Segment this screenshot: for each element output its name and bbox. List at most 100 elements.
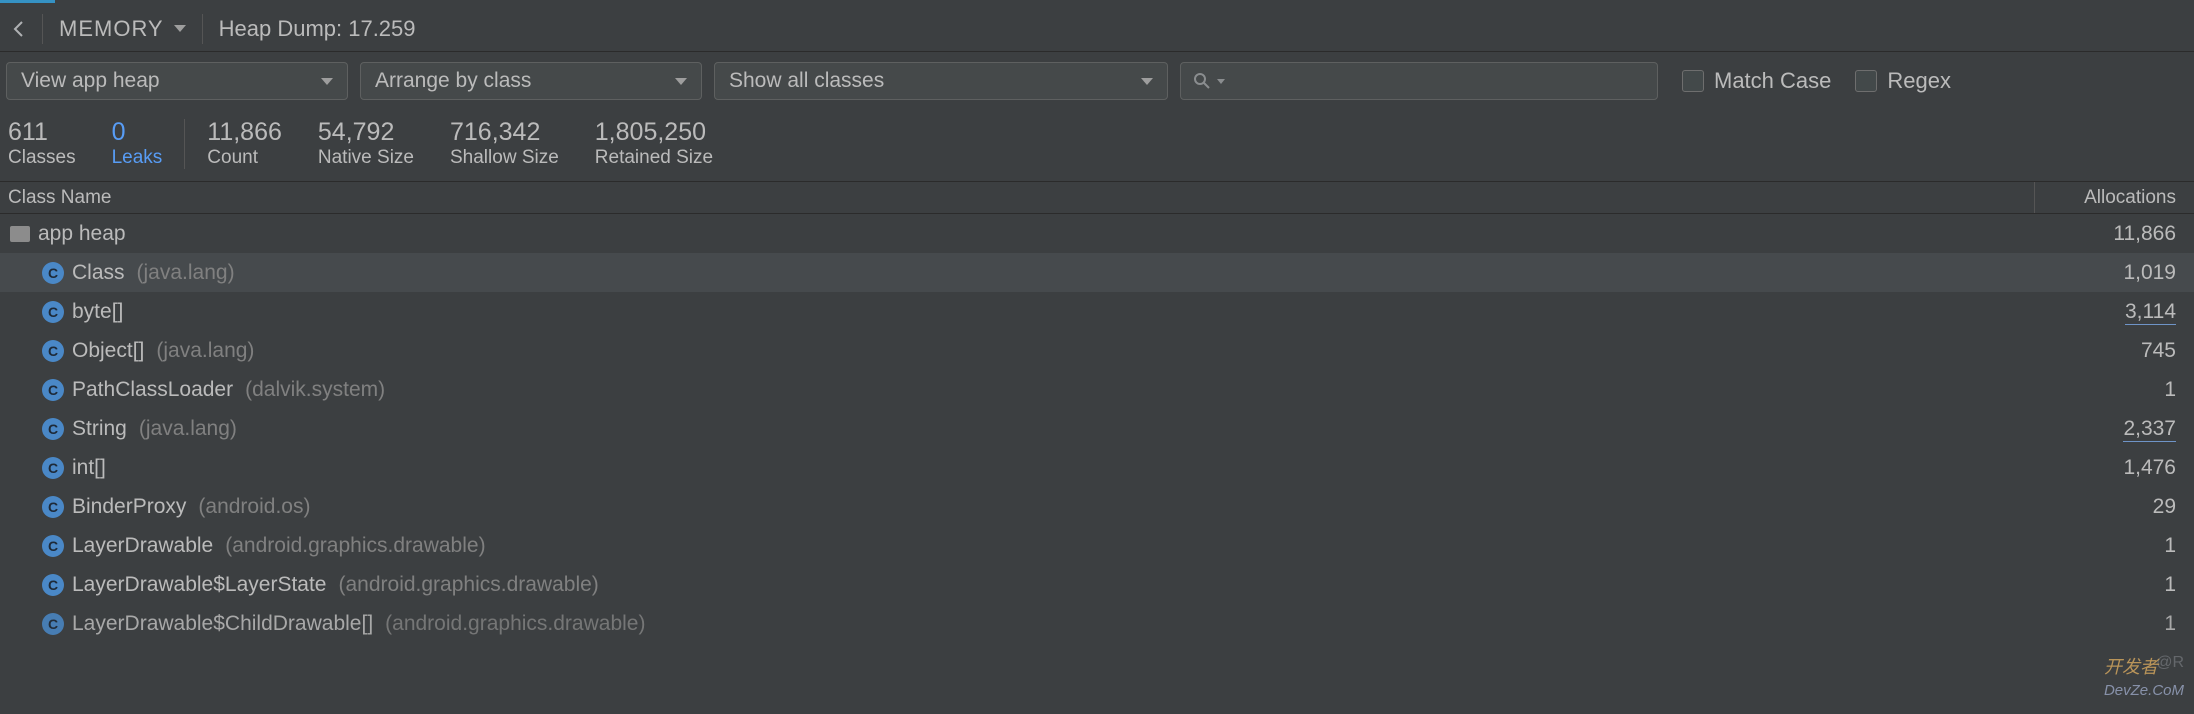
root-name: app heap (38, 222, 126, 246)
table-header: Class Name Allocations (0, 182, 2194, 214)
stat-classes: 611 Classes (8, 118, 94, 169)
stat-label: Native Size (318, 147, 414, 169)
stat-value: 11,866 (207, 118, 282, 147)
class-filter-dropdown[interactable]: Show all classes (714, 62, 1168, 100)
class-icon: C (42, 457, 64, 479)
class-icon: C (42, 379, 64, 401)
package-name: (java.lang) (139, 417, 237, 441)
class-name: LayerDrawable$ChildDrawable[] (72, 612, 373, 636)
class-name: LayerDrawable$LayerState (72, 573, 326, 597)
stats-bar: 611 Classes 0 Leaks 11,866 Count 54,792 … (0, 110, 2194, 182)
stat-native-size: 54,792 Native Size (300, 118, 432, 169)
stat-value: 611 (8, 118, 76, 147)
arrange-dropdown[interactable]: Arrange by class (360, 62, 702, 100)
table-body: app heap 11,866 C Class (java.lang) 1,01… (0, 214, 2194, 643)
package-name: (dalvik.system) (245, 378, 385, 402)
class-icon: C (42, 301, 64, 323)
dropdown-label: Show all classes (729, 69, 884, 93)
match-case-label[interactable]: Match Case (1714, 68, 1831, 94)
class-name: Object[] (72, 339, 144, 363)
package-name: (java.lang) (137, 261, 235, 285)
stat-value: 1,805,250 (595, 118, 713, 147)
stat-label: Shallow Size (450, 147, 559, 169)
regex-checkbox[interactable] (1855, 70, 1877, 92)
search-icon (1193, 72, 1211, 90)
divider (184, 119, 185, 169)
search-input[interactable] (1231, 70, 1645, 93)
table-row[interactable]: C String (java.lang) 2,337 (0, 409, 2194, 448)
alloc-value: 1 (2034, 534, 2194, 558)
filter-bar: View app heap Arrange by class Show all … (0, 52, 2194, 110)
alloc-value: 745 (2034, 339, 2194, 363)
alloc-value: 3,114 (2034, 300, 2194, 324)
table-row[interactable]: C int[] 1,476 (0, 448, 2194, 487)
table-row[interactable]: C byte[] 3,114 (0, 292, 2194, 331)
class-icon: C (42, 418, 64, 440)
table-row-root[interactable]: app heap 11,866 (0, 214, 2194, 253)
table-row[interactable]: C Class (java.lang) 1,019 (0, 253, 2194, 292)
match-case-group: Match Case (1682, 68, 1831, 94)
search-box[interactable] (1180, 62, 1658, 100)
table-row[interactable]: C Object[] (java.lang) 745 (0, 331, 2194, 370)
table-row[interactable]: C LayerDrawable$ChildDrawable[] (android… (0, 604, 2194, 643)
column-allocations[interactable]: Allocations (2034, 182, 2194, 213)
stat-retained-size: 1,805,250 Retained Size (577, 118, 731, 169)
divider (202, 14, 203, 44)
stat-count: 11,866 Count (189, 118, 300, 169)
stat-label: Retained Size (595, 147, 713, 169)
match-case-checkbox[interactable] (1682, 70, 1704, 92)
stat-label: Leaks (112, 147, 163, 169)
memory-tab[interactable]: MEMORY (53, 16, 192, 42)
class-icon: C (42, 613, 64, 635)
class-icon: C (42, 262, 64, 284)
alloc-value: 1 (2034, 573, 2194, 597)
stat-value: 54,792 (318, 118, 414, 147)
folder-icon (10, 226, 30, 242)
regex-label[interactable]: Regex (1887, 68, 1951, 94)
stat-label: Classes (8, 147, 76, 169)
chevron-down-icon (174, 25, 186, 32)
chevron-down-icon (1141, 78, 1153, 85)
table-row[interactable]: C BinderProxy (android.os) 29 (0, 487, 2194, 526)
dropdown-label: Arrange by class (375, 69, 531, 93)
alloc-value: 1 (2034, 378, 2194, 402)
class-icon: C (42, 340, 64, 362)
package-name: (android.os) (198, 495, 310, 519)
regex-group: Regex (1855, 68, 1951, 94)
memory-label-text: MEMORY (59, 16, 164, 42)
package-name: (android.graphics.drawable) (385, 612, 645, 636)
stat-value: 0 (112, 118, 163, 147)
table-row[interactable]: C LayerDrawable$LayerState (android.grap… (0, 565, 2194, 604)
heap-dump-title: Heap Dump: 17.259 (213, 16, 416, 42)
chevron-down-icon (675, 78, 687, 85)
class-name: PathClassLoader (72, 378, 233, 402)
package-name: (java.lang) (156, 339, 254, 363)
watermark: 开发者 DevZe.CoM (2104, 653, 2184, 700)
stat-leaks[interactable]: 0 Leaks (94, 118, 181, 169)
dropdown-label: View app heap (21, 69, 160, 93)
alloc-value: 1 (2034, 612, 2194, 636)
class-icon: C (42, 496, 64, 518)
alloc-value: 1,476 (2034, 456, 2194, 480)
package-name: (android.graphics.drawable) (225, 534, 485, 558)
column-class-name[interactable]: Class Name (0, 187, 2034, 209)
package-name: (android.graphics.drawable) (338, 573, 598, 597)
table-row[interactable]: C PathClassLoader (dalvik.system) 1 (0, 370, 2194, 409)
chevron-down-icon (321, 78, 333, 85)
alloc-value: 1,019 (2034, 261, 2194, 285)
alloc-value: 11,866 (2034, 222, 2194, 246)
stat-label: Count (207, 147, 282, 169)
header-bar: MEMORY Heap Dump: 17.259 (0, 6, 2194, 52)
divider (42, 14, 43, 44)
alloc-value: 2,337 (2034, 417, 2194, 441)
class-icon: C (42, 574, 64, 596)
stat-shallow-size: 716,342 Shallow Size (432, 118, 577, 169)
table-row[interactable]: C LayerDrawable (android.graphics.drawab… (0, 526, 2194, 565)
class-name: byte[] (72, 300, 123, 324)
class-icon: C (42, 535, 64, 557)
search-options-icon[interactable] (1217, 79, 1225, 84)
back-arrow-icon[interactable] (8, 17, 32, 41)
heap-view-dropdown[interactable]: View app heap (6, 62, 348, 100)
class-name: Class (72, 261, 125, 285)
class-name: BinderProxy (72, 495, 186, 519)
